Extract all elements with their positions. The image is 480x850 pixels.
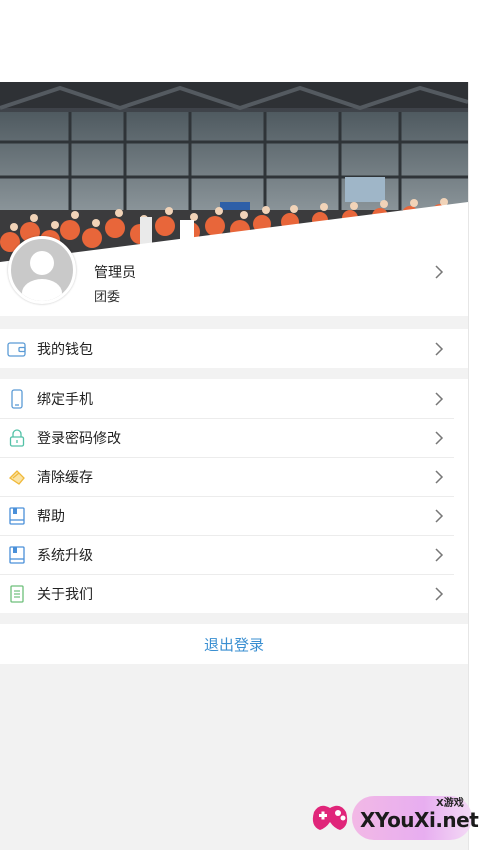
menu-item-wallet[interactable]: 我的钱包	[0, 329, 468, 368]
app-screen: 管理员 团委 我的钱包 绑定手机 登录密码修改 清除缓存 帮助 系统升级 关于我…	[0, 0, 468, 850]
chevron-right-icon	[435, 469, 444, 484]
watermark-small-text: X游戏	[436, 798, 464, 809]
gamepad-logo-icon	[312, 805, 348, 830]
wallet-icon	[7, 339, 27, 359]
profile-name: 管理员	[94, 265, 136, 281]
menu-item-change-password[interactable]: 登录密码修改	[0, 418, 468, 457]
menu-item-system-upgrade[interactable]: 系统升级	[0, 535, 468, 574]
scrollbar-track	[468, 82, 480, 850]
status-bar-area	[0, 0, 468, 82]
chevron-right-icon	[435, 391, 444, 406]
settings-menu: 绑定手机 登录密码修改 清除缓存 帮助 系统升级 关于我们	[0, 379, 468, 613]
chevron-right-icon	[435, 430, 444, 445]
menu-item-label: 绑定手机	[37, 391, 93, 408]
phone-icon	[7, 388, 27, 409]
logout-button[interactable]: 退出登录	[0, 624, 468, 664]
watermark: X游戏 XYouXi.net	[306, 790, 479, 845]
chevron-right-icon	[435, 341, 444, 356]
broom-icon	[7, 467, 27, 487]
menu-item-bind-phone[interactable]: 绑定手机	[0, 379, 468, 418]
menu-item-label: 帮助	[37, 508, 65, 525]
menu-item-label: 系统升级	[37, 547, 93, 564]
menu-item-help[interactable]: 帮助	[0, 496, 468, 535]
default-avatar-icon	[22, 251, 62, 301]
watermark-brand-text: XYouXi.net	[360, 808, 479, 832]
menu-item-label: 登录密码修改	[37, 430, 121, 447]
book-upgrade-icon	[7, 545, 27, 565]
book-icon	[7, 506, 27, 526]
chevron-right-icon	[435, 508, 444, 523]
menu-item-about-us[interactable]: 关于我们	[0, 574, 468, 613]
lock-icon	[7, 428, 27, 448]
profile-organization: 团委	[94, 290, 121, 305]
avatar[interactable]	[8, 236, 76, 304]
chevron-right-icon	[435, 547, 444, 562]
wallet-section: 我的钱包	[0, 329, 468, 368]
menu-item-label: 我的钱包	[37, 341, 93, 358]
menu-item-label: 清除缓存	[37, 469, 93, 486]
menu-item-clear-cache[interactable]: 清除缓存	[0, 457, 468, 496]
document-icon	[7, 584, 27, 604]
chevron-right-icon	[435, 586, 444, 601]
chevron-right-icon	[435, 265, 444, 279]
profile-card[interactable]: 管理员 团委	[0, 82, 468, 316]
menu-item-label: 关于我们	[37, 586, 93, 603]
